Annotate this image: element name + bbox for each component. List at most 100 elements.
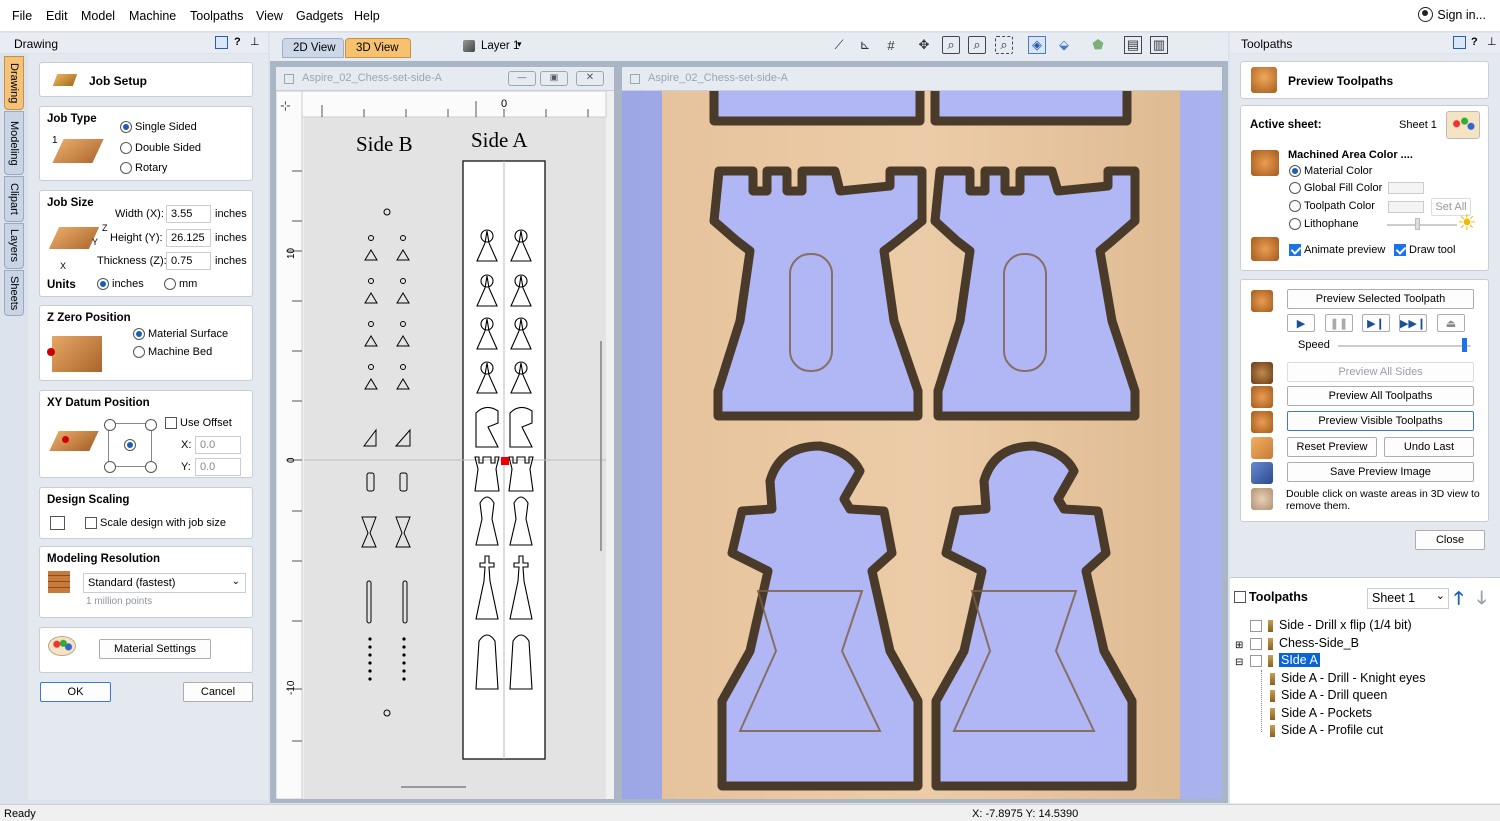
pin-icon[interactable] (215, 36, 228, 49)
animate-preview-checkbox[interactable]: Animate preview (1289, 244, 1385, 256)
cancel-button[interactable]: Cancel (183, 682, 253, 702)
menu-file[interactable]: File (12, 9, 32, 23)
global-fill-color-swatch[interactable] (1388, 182, 1424, 194)
toolpath-color-swatch[interactable] (1388, 201, 1424, 213)
datum-center[interactable] (124, 439, 136, 454)
height-field[interactable]: 26.125 (166, 229, 211, 247)
play-button[interactable]: ▶ (1287, 314, 1315, 332)
toolpath-item[interactable]: Side A - Profile cut (1270, 723, 1383, 737)
speed-slider[interactable] (1338, 345, 1471, 347)
scale-design-checkbox[interactable]: Scale design with job size (85, 517, 226, 529)
zoom-selection-icon[interactable]: ⌕ (995, 36, 1013, 54)
reset-preview-button[interactable]: Reset Preview (1287, 437, 1377, 457)
tab-sheets[interactable]: Sheets (4, 270, 24, 316)
radio-single-sided[interactable]: Single Sided (120, 121, 197, 133)
skip-to-end-button[interactable]: ▶▶❙ (1399, 314, 1427, 332)
toggle-vectors-icon[interactable]: ◈ (1028, 36, 1046, 54)
radio-global-fill-color[interactable]: Global Fill Color (1289, 182, 1382, 194)
radio-lithophane[interactable]: Lithophane (1289, 218, 1358, 230)
tile-horizontal-icon[interactable]: ▤ (1124, 36, 1142, 54)
speed-slider-thumb[interactable] (1462, 338, 1468, 352)
move-up-icon[interactable]: 🡑 (1454, 586, 1463, 616)
datum-top-left[interactable] (104, 419, 116, 434)
snap-icon[interactable]: ⊾ (856, 36, 874, 54)
resolution-select[interactable]: Standard (fastest) ⌄ (83, 573, 246, 593)
menu-help[interactable]: Help (354, 9, 380, 23)
radio-toolpath-color[interactable]: Toolpath Color (1289, 200, 1375, 212)
datum-bottom-right[interactable] (145, 461, 157, 476)
3d-preview-canvas[interactable] (622, 91, 1222, 799)
tab-3d-view[interactable]: 3D View (345, 38, 411, 58)
ok-button[interactable]: OK (40, 682, 111, 702)
toolpath-item[interactable]: Side A - Drill - Knight eyes (1270, 671, 1426, 685)
close-button[interactable]: Close (1415, 530, 1485, 550)
minimize-button[interactable]: — (508, 71, 536, 86)
dimension-icon[interactable]: ⟋ (830, 36, 848, 54)
tab-layers[interactable]: Layers (4, 223, 24, 269)
step-button[interactable]: ▶❙ (1362, 314, 1390, 332)
selection-handle[interactable] (501, 457, 509, 465)
menu-gadgets[interactable]: Gadgets (296, 9, 343, 23)
toggle-shading-icon[interactable]: ⬟ (1089, 36, 1107, 54)
toggle-model-icon[interactable]: ⬙ (1055, 36, 1073, 54)
pushpin-icon[interactable]: ⊥ (1487, 35, 1497, 48)
close-window-button[interactable]: ✕ (576, 71, 604, 86)
tile-vertical-icon[interactable]: ▥ (1150, 36, 1168, 54)
toolpath-item[interactable]: Side A - Drill queen (1270, 688, 1387, 702)
grid-icon[interactable]: # (882, 36, 900, 54)
datum-top-right[interactable] (145, 419, 157, 434)
sheet-colors-icon[interactable] (1446, 111, 1480, 139)
use-offset-checkbox[interactable]: Use Offset (165, 417, 232, 429)
tab-2d-view[interactable]: 2D View (282, 38, 344, 58)
toolpaths-select-all[interactable]: Toolpaths (1234, 590, 1308, 604)
expand-icon[interactable]: ⊞ (1235, 640, 1243, 651)
layer-select[interactable]: Layer 1 (481, 40, 519, 52)
layer-dropdown-icon[interactable]: ▾ (517, 39, 522, 50)
pushpin-icon[interactable]: ⊥ (250, 35, 260, 48)
menu-view[interactable]: View (256, 9, 283, 23)
move-down-icon[interactable]: 🡓 (1477, 586, 1486, 616)
toolpath-item[interactable]: Side - Drill x flip (1/4 bit) (1250, 618, 1412, 632)
radio-mm[interactable]: mm (164, 278, 197, 290)
collapse-icon[interactable]: ⊟ (1235, 657, 1243, 668)
lithophane-slider[interactable] (1387, 224, 1457, 226)
help-icon[interactable]: ? (234, 36, 241, 48)
zoom-extents-icon[interactable]: ⌕ (942, 36, 960, 54)
width-field[interactable]: 3.55 (166, 205, 211, 223)
toolpath-item[interactable]: Chess-Side_B (1250, 636, 1359, 650)
radio-rotary[interactable]: Rotary (120, 162, 167, 174)
preview-all-sides-button[interactable]: Preview All Sides (1287, 362, 1474, 382)
menu-edit[interactable]: Edit (46, 9, 68, 23)
tab-modeling[interactable]: Modeling (4, 111, 24, 175)
radio-material-surface[interactable]: Material Surface (133, 328, 228, 340)
menu-machine[interactable]: Machine (129, 9, 176, 23)
tab-clipart[interactable]: Clipart (4, 176, 24, 222)
menu-model[interactable]: Model (81, 9, 115, 23)
save-preview-image-button[interactable]: Save Preview Image (1287, 462, 1474, 482)
draw-tool-checkbox[interactable]: Draw tool (1394, 244, 1455, 256)
tab-drawing[interactable]: Drawing (4, 56, 24, 110)
eject-button[interactable]: ⏏ (1437, 314, 1465, 332)
preview-visible-button[interactable]: Preview Visible Toolpaths (1287, 411, 1474, 431)
zoom-box-icon[interactable]: ⌕ (968, 36, 986, 54)
pin-icon[interactable] (1453, 36, 1466, 49)
toolpath-item[interactable]: Side A - Pockets (1270, 706, 1372, 720)
radio-double-sided[interactable]: Double Sided (120, 142, 201, 154)
drawing-canvas[interactable]: 0 10 0 -10 Side B Side A ⊹ (276, 91, 614, 799)
menu-toolpaths[interactable]: Toolpaths (190, 9, 244, 23)
pan-icon[interactable]: ✥ (915, 36, 933, 54)
thickness-field[interactable]: 0.75 (166, 252, 211, 270)
radio-machine-bed[interactable]: Machine Bed (133, 346, 212, 358)
offset-y-field[interactable]: 0.0 (195, 458, 241, 476)
radio-inches[interactable]: inches (97, 278, 144, 290)
toolpath-item[interactable]: SIde A (1250, 653, 1320, 667)
sign-in-button[interactable]: Sign in... (1418, 7, 1486, 22)
maximize-button[interactable]: ▣ (540, 71, 568, 86)
help-icon[interactable]: ? (1471, 36, 1478, 48)
sheet-select[interactable]: Sheet 1 ⌄ (1367, 588, 1449, 609)
offset-x-field[interactable]: 0.0 (195, 436, 241, 454)
lithophane-slider-thumb[interactable] (1415, 218, 1420, 230)
preview-all-button[interactable]: Preview All Toolpaths (1287, 386, 1474, 406)
preview-selected-button[interactable]: Preview Selected Toolpath (1287, 289, 1474, 309)
pause-button[interactable]: ❚❚ (1325, 314, 1353, 332)
